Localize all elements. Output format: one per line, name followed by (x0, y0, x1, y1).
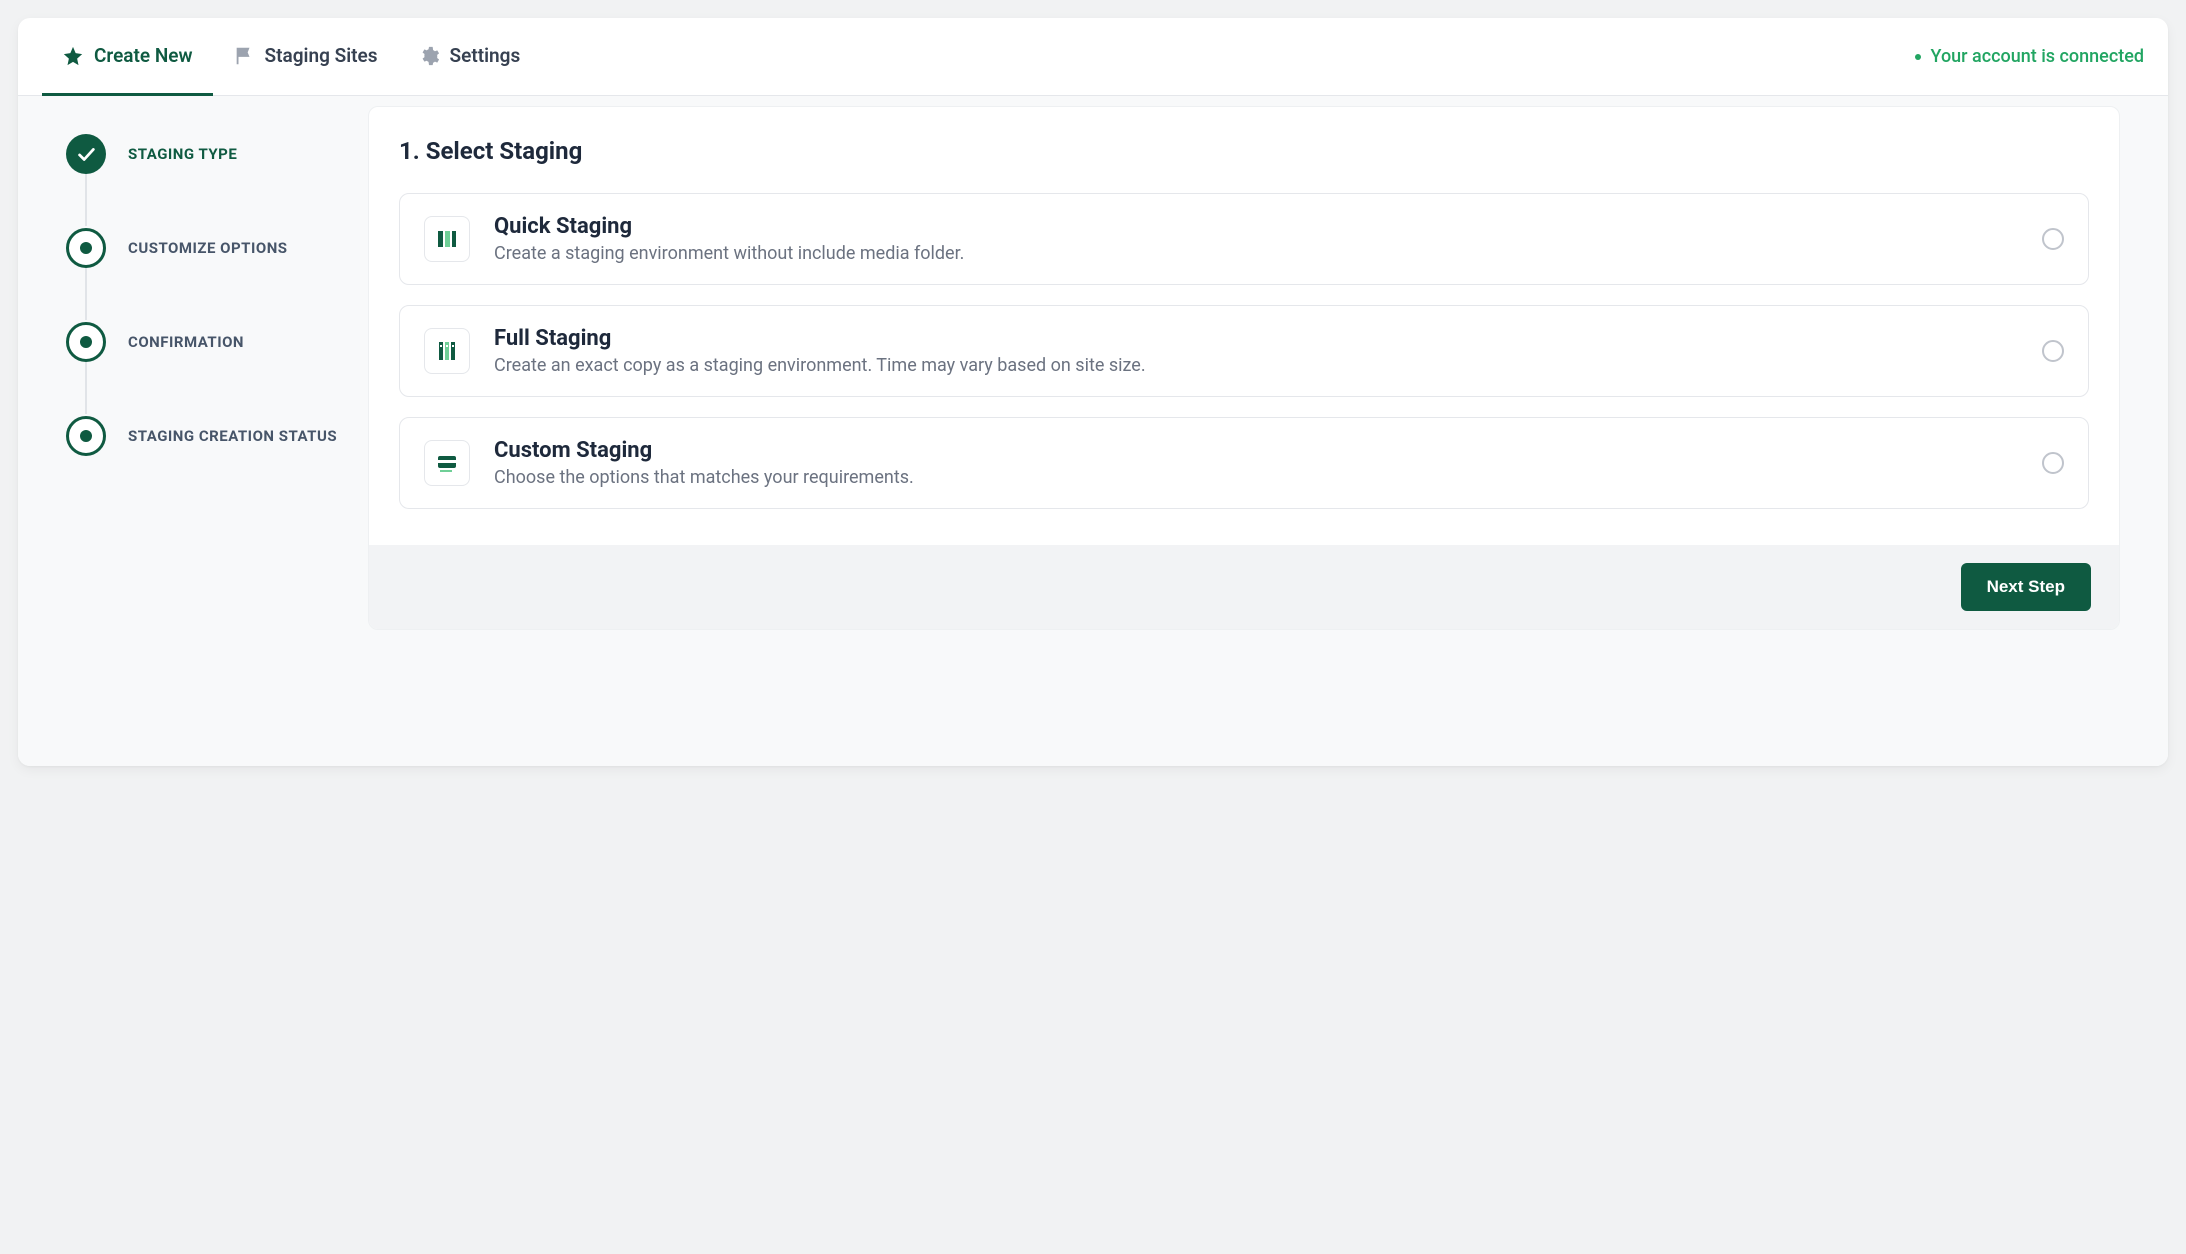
step-label: CONFIRMATION (128, 333, 244, 351)
main: 1. Select Staging Quick Staging Create a… (358, 96, 2168, 766)
tab-label: Staging Sites (265, 44, 378, 67)
option-full-staging[interactable]: Full Staging Create an exact copy as a s… (399, 305, 2089, 397)
star-icon (62, 45, 84, 67)
step-confirmation[interactable]: CONFIRMATION (66, 320, 338, 364)
step-dot-icon (66, 416, 106, 456)
panel-title: 1. Select Staging (399, 137, 2089, 165)
card-icon (424, 440, 470, 486)
map-icon (424, 216, 470, 262)
gear-icon (418, 45, 440, 67)
radio-input[interactable] (2042, 452, 2064, 474)
step-label: STAGING TYPE (128, 145, 237, 163)
panel-footer: Next Step (369, 545, 2119, 629)
option-desc: Choose the options that matches your req… (494, 467, 2018, 488)
step-label: CUSTOMIZE OPTIONS (128, 239, 288, 257)
step-staging-type[interactable]: STAGING TYPE (66, 132, 338, 176)
tab-bar: Create New Staging Sites Settings Your a… (18, 18, 2168, 96)
next-step-button[interactable]: Next Step (1961, 563, 2091, 611)
step-customize-options[interactable]: CUSTOMIZE OPTIONS (66, 226, 338, 270)
tab-label: Settings (450, 44, 521, 67)
tab-create-new[interactable]: Create New (42, 19, 213, 96)
step-dot-icon (66, 228, 106, 268)
option-title: Custom Staging (494, 438, 2018, 463)
account-status: Your account is connected (1915, 46, 2144, 67)
option-custom-staging[interactable]: Custom Staging Choose the options that m… (399, 417, 2089, 509)
tab-settings[interactable]: Settings (398, 19, 541, 96)
building-icon (424, 328, 470, 374)
step-dot-icon (66, 322, 106, 362)
option-title: Quick Staging (494, 214, 2018, 239)
check-icon (66, 134, 106, 174)
flag-icon (233, 45, 255, 67)
option-desc: Create a staging environment without inc… (494, 243, 2018, 264)
step-label: STAGING CREATION STATUS (128, 427, 337, 445)
body: STAGING TYPE CUSTOMIZE OPTIONS CONFIRMAT… (18, 96, 2168, 766)
status-text: Your account is connected (1931, 46, 2144, 67)
app-card: Create New Staging Sites Settings Your a… (18, 18, 2168, 766)
option-quick-staging[interactable]: Quick Staging Create a staging environme… (399, 193, 2089, 285)
step-sidebar: STAGING TYPE CUSTOMIZE OPTIONS CONFIRMAT… (18, 96, 358, 766)
status-dot-icon (1915, 54, 1921, 60)
option-desc: Create an exact copy as a staging enviro… (494, 355, 2018, 376)
panel: 1. Select Staging Quick Staging Create a… (368, 106, 2120, 630)
radio-input[interactable] (2042, 228, 2064, 250)
tab-staging-sites[interactable]: Staging Sites (213, 19, 398, 96)
radio-input[interactable] (2042, 340, 2064, 362)
option-title: Full Staging (494, 326, 2018, 351)
step-creation-status[interactable]: STAGING CREATION STATUS (66, 414, 338, 458)
tab-label: Create New (94, 44, 193, 67)
